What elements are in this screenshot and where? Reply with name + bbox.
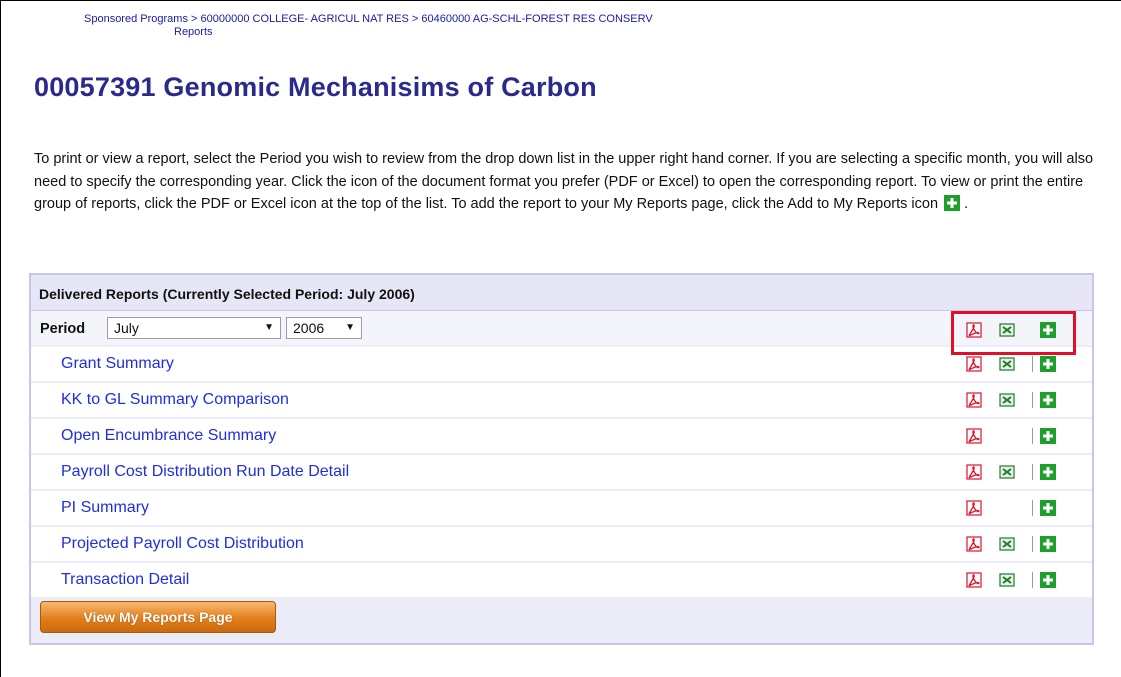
report-link[interactable]: Projected Payroll Cost Distribution [61,535,304,553]
window-frame-top [0,0,1121,1]
pdf-icon[interactable] [966,536,982,552]
report-link[interactable]: PI Summary [61,499,149,517]
breadcrumb-current: Reports [174,26,213,38]
add-to-my-reports-icon[interactable] [1040,500,1056,516]
add-to-my-reports-icon[interactable] [1040,536,1056,552]
year-select[interactable]: 2006 ▼ [286,317,362,339]
icon-divider [1032,392,1033,408]
chevron-down-icon: ▼ [345,322,355,333]
pdf-icon[interactable] [966,392,982,408]
pdf-icon[interactable] [966,572,982,588]
intro-paragraph: To print or view a report, select the Pe… [34,151,1094,212]
report-row: Open Encumbrance Summary [31,419,1092,455]
month-select[interactable]: July ▼ [107,317,281,339]
excel-icon[interactable] [999,464,1015,480]
icon-divider [1032,464,1033,480]
icon-divider [1032,500,1033,516]
report-link[interactable]: KK to GL Summary Comparison [61,391,289,409]
breadcrumb-separator: > [191,13,198,25]
pdf-icon[interactable] [966,356,982,372]
breadcrumb-separator: > [411,13,419,25]
breadcrumb-sponsored-programs[interactable]: Sponsored Programs [84,13,188,25]
month-select-value: July [114,320,139,336]
panel-header-text: Delivered Reports (Currently Selected Pe… [39,286,415,302]
page-title: 00057391 Genomic Mechanisims of Carbon [34,72,597,102]
icon-divider [1032,356,1033,372]
panel-header: Delivered Reports (Currently Selected Pe… [31,275,1092,311]
pdf-icon[interactable] [966,428,982,444]
excel-icon[interactable] [999,356,1015,372]
excel-icon[interactable] [999,536,1015,552]
report-row: Grant Summary [31,347,1092,383]
window-frame-left [0,0,1,677]
report-link[interactable]: Open Encumbrance Summary [61,427,276,445]
year-select-value: 2006 [293,320,325,336]
report-row: Projected Payroll Cost Distribution [31,527,1092,563]
view-my-reports-button[interactable]: View My Reports Page [40,601,276,633]
report-link[interactable]: Grant Summary [61,355,174,373]
period-label: Period [40,321,86,337]
add-icon-inline [944,195,961,211]
add-to-my-reports-icon[interactable] [1040,356,1056,372]
report-row: Transaction Detail [31,563,1092,599]
highlight-box [951,311,1076,355]
add-to-my-reports-icon[interactable] [1040,392,1056,408]
breadcrumb-department[interactable]: 60460000 AG-SCHL-FOREST RES CONSERV [421,13,652,25]
report-link[interactable]: Payroll Cost Distribution Run Date Detai… [61,463,349,481]
add-to-my-reports-icon[interactable] [1040,428,1056,444]
breadcrumb: Sponsored Programs > 60000000 COLLEGE- A… [84,12,653,26]
report-row: Payroll Cost Distribution Run Date Detai… [31,455,1092,491]
icon-divider [1032,572,1033,588]
delivered-reports-panel: Delivered Reports (Currently Selected Pe… [29,273,1094,645]
report-link[interactable]: Transaction Detail [61,571,189,589]
chevron-down-icon: ▼ [264,322,274,333]
breadcrumb-college[interactable]: 60000000 COLLEGE- AGRICUL NAT RES [201,13,409,25]
report-row: KK to GL Summary Comparison [31,383,1092,419]
period-row: Period July ▼ 2006 ▼ [31,311,1092,345]
add-to-my-reports-icon[interactable] [1040,464,1056,480]
icon-divider [1032,428,1033,444]
excel-icon[interactable] [999,392,1015,408]
add-to-my-reports-icon[interactable] [1040,572,1056,588]
pdf-icon[interactable] [966,464,982,480]
intro-end: . [964,196,969,212]
intro-text: To print or view a report, select the Pe… [34,148,1114,216]
pdf-icon[interactable] [966,500,982,516]
excel-icon[interactable] [999,572,1015,588]
icon-divider [1032,536,1033,552]
report-row: PI Summary [31,491,1092,527]
